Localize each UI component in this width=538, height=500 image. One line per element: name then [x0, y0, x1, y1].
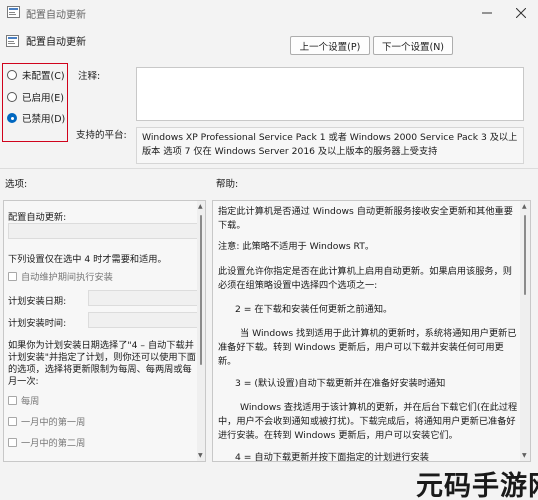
setting-name: 配置自动更新 — [26, 37, 86, 48]
setting-icon — [6, 35, 19, 47]
comment-label: 注释: — [78, 71, 101, 82]
checkbox-label: 一月中的第一周 — [21, 417, 86, 428]
close-icon — [516, 8, 526, 18]
help-scrollbar[interactable]: ▲ ▼ — [520, 201, 530, 461]
radio-button[interactable] — [7, 70, 17, 80]
first-week-checkbox[interactable]: 一月中的第一周 — [8, 414, 85, 428]
options-heading: 配置自动更新: — [8, 212, 67, 223]
help-paragraph: 3 = (默认设置)自动下载更新并在准备好安装时通知 — [235, 378, 446, 389]
install-time-dropdown[interactable] — [88, 312, 198, 328]
checkbox-label: 一月中的第二周 — [21, 438, 86, 449]
scrollbar-thumb[interactable] — [524, 215, 526, 295]
radio-enabled[interactable]: 已启用(E) — [7, 90, 64, 104]
radio-label: 已启用(E) — [22, 93, 64, 104]
second-week-checkbox[interactable]: 一月中的第二周 — [8, 435, 85, 449]
radio-not-configured[interactable]: 未配置(C) — [7, 68, 65, 82]
minimize-icon — [482, 12, 492, 14]
help-paragraph: 此设置允许你指定是否在此计算机上启用自动更新。如果启用该服务，则必须在组策略设置… — [218, 266, 512, 291]
options-label: 选项: — [5, 179, 28, 190]
title-bar: 配置自动更新 — [0, 0, 538, 26]
checkbox-label: 每周 — [21, 396, 40, 407]
supported-on-text: Windows XP Professional Service Pack 1 或… — [136, 127, 524, 164]
supported-on-label: 支持的平台: — [76, 130, 127, 141]
auto-update-dropdown[interactable] — [8, 223, 198, 239]
checkbox-label: 自动维护期间执行安装 — [21, 272, 113, 283]
checkbox-box[interactable] — [8, 271, 17, 281]
install-day-label: 计划安装日期: — [8, 296, 67, 307]
checkbox-box[interactable] — [8, 437, 17, 447]
help-label: 帮助: — [216, 179, 239, 190]
radio-label: 未配置(C) — [22, 71, 65, 82]
schedule-note: 下列设置仅在选中 4 时才需要和适用。 — [8, 254, 167, 265]
radio-button[interactable] — [7, 92, 17, 102]
scroll-up-icon[interactable]: ▲ — [198, 203, 203, 210]
previous-setting-button[interactable]: 上一个设置(P) — [290, 36, 370, 55]
watermark-text: 元码手游网 — [416, 471, 538, 500]
radio-label: 已禁用(D) — [22, 114, 66, 125]
close-button[interactable] — [504, 0, 538, 26]
help-panel: 指定此计算机是否通过 Windows 自动更新服务接收安全更新和其他重要下载。 … — [212, 200, 531, 462]
radio-disabled[interactable]: 已禁用(D) — [7, 111, 65, 125]
every-week-checkbox[interactable]: 每周 — [8, 393, 39, 407]
options-panel: 配置自动更新: 下列设置仅在选中 4 时才需要和适用。 自动维护期间执行安装 计… — [3, 200, 206, 462]
install-day-dropdown[interactable] — [88, 290, 198, 306]
help-paragraph: 注意: 此策略不适用于 Windows RT。 — [218, 241, 375, 252]
section-divider — [0, 168, 538, 169]
help-paragraph: Windows 查找适用于该计算机的更新，并在后台下载它们(在此过程中，用户不会… — [218, 402, 518, 441]
checkbox-box[interactable] — [8, 395, 17, 405]
scroll-down-icon[interactable]: ▼ — [198, 452, 203, 459]
options-scrollbar[interactable]: ▲ ▼ — [197, 201, 205, 461]
next-setting-button[interactable]: 下一个设置(N) — [373, 36, 453, 55]
site-watermark: 元码手游网 — [408, 460, 538, 500]
scroll-up-icon[interactable]: ▲ — [522, 203, 527, 210]
checkbox-box[interactable] — [8, 416, 17, 426]
scroll-down-icon[interactable]: ▼ — [522, 452, 527, 459]
weekly-note-line: 月一次: — [8, 376, 39, 387]
maintenance-checkbox[interactable]: 自动维护期间执行安装 — [8, 269, 113, 283]
help-paragraph: 指定此计算机是否通过 Windows 自动更新服务接收安全更新和其他重要下载。 — [218, 206, 513, 231]
comment-textarea[interactable] — [136, 67, 524, 121]
scrollbar-thumb[interactable] — [200, 215, 202, 365]
radio-button-selected[interactable] — [7, 113, 17, 123]
window-title: 配置自动更新 — [26, 10, 86, 21]
help-paragraph: 2 = 在下载和安装任何更新之前通知。 — [235, 304, 393, 315]
help-paragraph: 当 Windows 找到适用于此计算机的更新时，系统将通知用户更新已准备好下载。… — [218, 328, 517, 367]
minimize-button[interactable] — [470, 0, 504, 26]
policy-app-icon — [7, 6, 20, 18]
install-time-label: 计划安装时间: — [8, 318, 67, 329]
